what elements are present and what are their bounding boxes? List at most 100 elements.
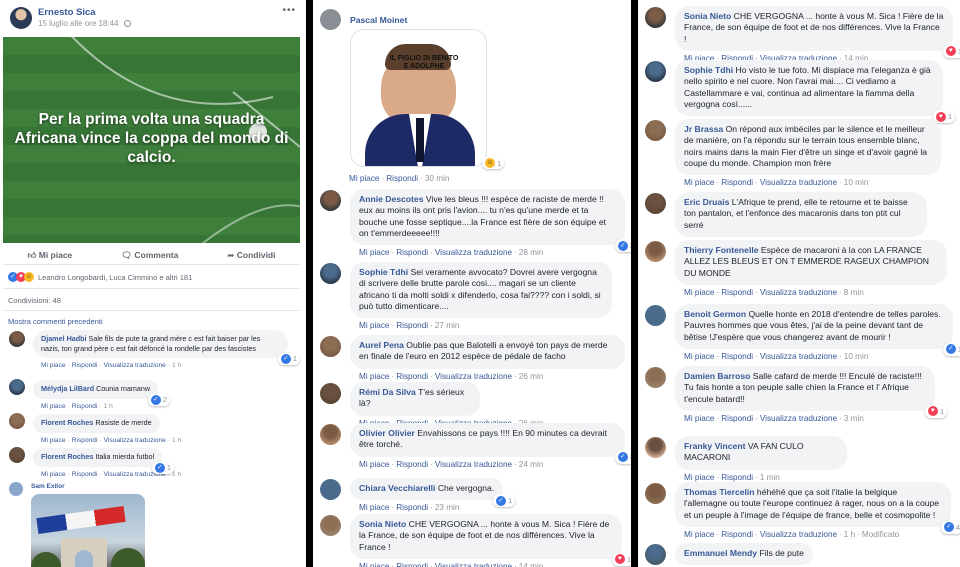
like-link[interactable]: Mi piace [684, 178, 715, 187]
reaction-count[interactable]: ✓ 1 [277, 353, 300, 365]
reply-link[interactable]: Rispondi [396, 460, 428, 469]
like-link[interactable]: Mi piace [684, 414, 715, 423]
comment-avatar[interactable] [645, 241, 666, 262]
comment-time[interactable]: 24 min [519, 460, 544, 469]
reaction-count[interactable]: ♥ 1 [924, 404, 947, 418]
reply-link[interactable]: Rispondi [72, 471, 98, 478]
like-link[interactable]: Mi piace [41, 403, 66, 410]
comment-time[interactable]: 1 h [172, 362, 181, 369]
reply-link[interactable]: Rispondi [396, 248, 428, 257]
comment-author[interactable]: Olivier Olivier [359, 428, 415, 438]
comment-author[interactable]: Sonia Nieto [684, 11, 731, 21]
like-link[interactable]: Mi piace [684, 352, 715, 361]
comment-avatar[interactable] [9, 482, 23, 496]
comment-author[interactable]: Rémi Da Silva [359, 387, 416, 397]
comment-avatar[interactable] [645, 367, 666, 388]
translate-link[interactable]: Visualizza traduzione [760, 178, 837, 187]
reaction-count[interactable]: ✓2 [147, 393, 171, 406]
translate-link[interactable]: Visualizza traduzione [435, 248, 512, 257]
translate-link[interactable]: Visualizza traduzione [104, 437, 166, 444]
reaction-count[interactable]: ♥ 1 [611, 552, 631, 566]
author-avatar[interactable] [10, 7, 32, 29]
comment-avatar[interactable] [645, 483, 666, 504]
comment-time[interactable]: 1 h [104, 403, 113, 410]
comment-time[interactable]: 1 h [172, 437, 181, 444]
translate-link[interactable]: Visualizza traduzione [760, 352, 837, 361]
reply-link[interactable]: Rispondi [396, 503, 428, 512]
translate-link[interactable]: Visualizza traduzione [760, 414, 837, 423]
comment-author[interactable]: Djamel Hadbi [41, 334, 87, 343]
comment-avatar[interactable] [645, 193, 666, 214]
reaction-count[interactable]: ☺ 1 [482, 157, 505, 169]
comment-avatar[interactable] [320, 263, 341, 284]
comment-avatar[interactable] [9, 331, 25, 347]
translate-link[interactable]: Visualizza traduzione [435, 562, 512, 567]
like-link[interactable]: Mi piace [359, 321, 390, 330]
comment-avatar[interactable] [320, 9, 341, 30]
comment-time[interactable]: 28 min [519, 248, 544, 257]
translate-link[interactable]: Visualizza traduzione [435, 460, 512, 469]
meme-image[interactable]: IL FIGLIO DI BENITO E ADOLPHE [350, 29, 487, 167]
comment-author[interactable]: Thierry Fontenelle [684, 245, 759, 255]
comment-time[interactable]: 10 min [844, 352, 869, 361]
comment-avatar[interactable] [645, 544, 666, 565]
translate-link[interactable]: Visualizza traduzione [760, 530, 837, 539]
like-link[interactable]: Mi piace [684, 473, 715, 482]
reply-link[interactable]: Rispondi [396, 372, 428, 381]
comment-author[interactable]: Annie Descotes [359, 194, 423, 204]
reaction-count[interactable]: ✓ 4 [940, 520, 960, 534]
reaction-count[interactable]: ✓ 1 [151, 461, 175, 474]
reply-link[interactable]: Rispondi [396, 562, 428, 567]
comment-avatar[interactable] [320, 479, 341, 500]
comment-avatar[interactable] [645, 120, 666, 141]
reply-link[interactable]: Rispondi [396, 321, 428, 330]
comment-time[interactable]: 1 min [760, 473, 780, 482]
reply-link[interactable]: Rispondi [72, 362, 98, 369]
comment-author[interactable]: Jr Brassa [684, 124, 723, 134]
modified-label[interactable]: Modificato [862, 530, 899, 539]
comment-time[interactable]: 3 min [844, 414, 864, 423]
reaction-count[interactable]: ✓3 [614, 450, 631, 464]
reply-link[interactable]: Rispondi [721, 352, 753, 361]
reaction-count[interactable]: ♥ 1 [942, 44, 960, 58]
like-button[interactable]: 👍︎ Mi piace [27, 250, 72, 261]
comment-time[interactable]: 23 min [435, 503, 460, 512]
comment-avatar[interactable] [645, 7, 666, 28]
comment-author[interactable]: Sophie Tdhi [684, 65, 733, 75]
comment-time[interactable]: 14 min [519, 562, 544, 567]
translate-link[interactable]: Visualizza traduzione [435, 372, 512, 381]
comment-author[interactable]: Emmanuel Mendy [684, 548, 757, 558]
comment-avatar[interactable] [645, 305, 666, 326]
comment-author[interactable]: Chiara Vecchiarelli [359, 483, 435, 493]
like-link[interactable]: Mi piace [41, 471, 66, 478]
comment-avatar[interactable] [645, 61, 666, 82]
like-link[interactable]: Mi piace [359, 503, 390, 512]
reaction-count[interactable]: ✓ 1 [942, 342, 960, 356]
comment-time[interactable]: 30 min [425, 174, 450, 183]
like-link[interactable]: Mi piace [359, 372, 390, 381]
reply-link[interactable]: Rispondi [72, 403, 98, 410]
reply-link[interactable]: Rispondi [72, 437, 98, 444]
like-link[interactable]: Mi piace [359, 562, 390, 567]
reply-link[interactable]: Rispondi [721, 288, 753, 297]
comment-avatar[interactable] [320, 383, 341, 404]
comment-time[interactable]: 1 h [172, 471, 181, 478]
post-date[interactable]: 15 luglio alle ore 18:44 [38, 19, 119, 28]
comment-avatar[interactable] [320, 515, 341, 536]
comment-author[interactable]: Sophie Tdhi [359, 267, 408, 277]
comment-author[interactable]: Sam Exilor [31, 483, 65, 490]
comment-time[interactable]: 26 min [519, 372, 544, 381]
like-link[interactable]: Mi piace [349, 174, 380, 183]
share-button[interactable]: ➦ Condividi [227, 250, 275, 261]
post-image[interactable]: Per la prima volta una squadra Africana … [3, 37, 300, 243]
reply-link[interactable]: Rispondi [721, 178, 753, 187]
comment-photo[interactable] [31, 494, 145, 567]
comment-avatar[interactable] [320, 424, 341, 445]
comment-author[interactable]: Franky Vincent [684, 441, 745, 451]
comment-time[interactable]: 8 min [844, 288, 864, 297]
reaction-count[interactable]: ✓2 [614, 238, 631, 253]
like-link[interactable]: Mi piace [41, 437, 66, 444]
shares-count[interactable]: Condivisioni: 48 [8, 296, 61, 305]
author-name[interactable]: Ernesto Sica [38, 7, 96, 18]
comment-author[interactable]: Florent Roches [41, 452, 93, 461]
